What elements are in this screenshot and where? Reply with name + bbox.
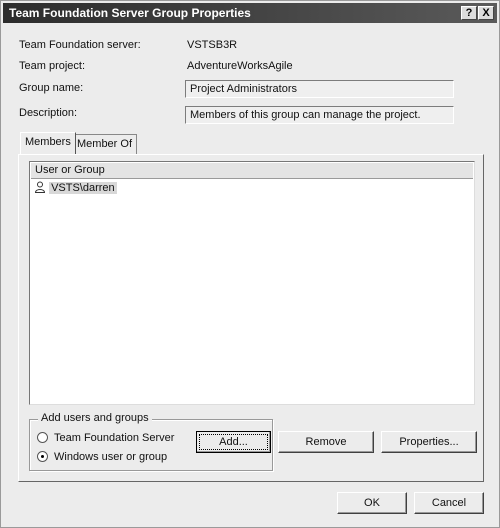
tab-member-of[interactable]: Member Of xyxy=(72,134,138,154)
cancel-button[interactable]: Cancel xyxy=(414,492,484,514)
radio-label: Windows user or group xyxy=(54,451,168,463)
group-name-label: Group name: xyxy=(19,82,84,94)
tfs-server-label: Team Foundation server: xyxy=(19,39,141,51)
add-button[interactable]: Add... xyxy=(196,431,271,453)
radio-windows-user-or-group[interactable]: Windows user or group xyxy=(37,450,167,464)
radio-team-foundation-server[interactable]: Team Foundation Server xyxy=(37,431,174,445)
radio-indicator[interactable] xyxy=(37,432,48,443)
group-properties-dialog: Team Foundation Server Group Properties … xyxy=(0,0,500,528)
user-icon xyxy=(34,181,46,193)
groupbox-title: Add users and groups xyxy=(38,412,152,424)
help-button[interactable]: ? xyxy=(461,6,477,20)
team-project-label: Team project: xyxy=(19,60,86,72)
ok-button[interactable]: OK xyxy=(337,492,407,514)
team-project-value: AdventureWorksAgile xyxy=(187,60,293,72)
members-list[interactable]: User or Group VSTS\darren xyxy=(29,161,475,405)
description-field[interactable]: Members of this group can manage the pro… xyxy=(185,106,454,124)
tfs-server-value: VSTSB3R xyxy=(187,39,238,51)
group-name-field[interactable]: Project Administrators xyxy=(185,80,454,98)
properties-button[interactable]: Properties... xyxy=(381,431,477,453)
title-bar: Team Foundation Server Group Properties … xyxy=(3,3,497,23)
radio-indicator[interactable] xyxy=(37,451,48,462)
radio-label: Team Foundation Server xyxy=(54,432,175,444)
tab-members[interactable]: Members xyxy=(20,132,76,154)
column-header-user-or-group[interactable]: User or Group xyxy=(31,163,473,179)
list-item[interactable]: VSTS\darren xyxy=(34,180,117,196)
list-item-label: VSTS\darren xyxy=(49,182,117,194)
description-label: Description: xyxy=(19,107,78,119)
close-button[interactable]: X xyxy=(478,6,494,20)
remove-button[interactable]: Remove xyxy=(278,431,374,453)
window-title: Team Foundation Server Group Properties xyxy=(9,6,251,20)
